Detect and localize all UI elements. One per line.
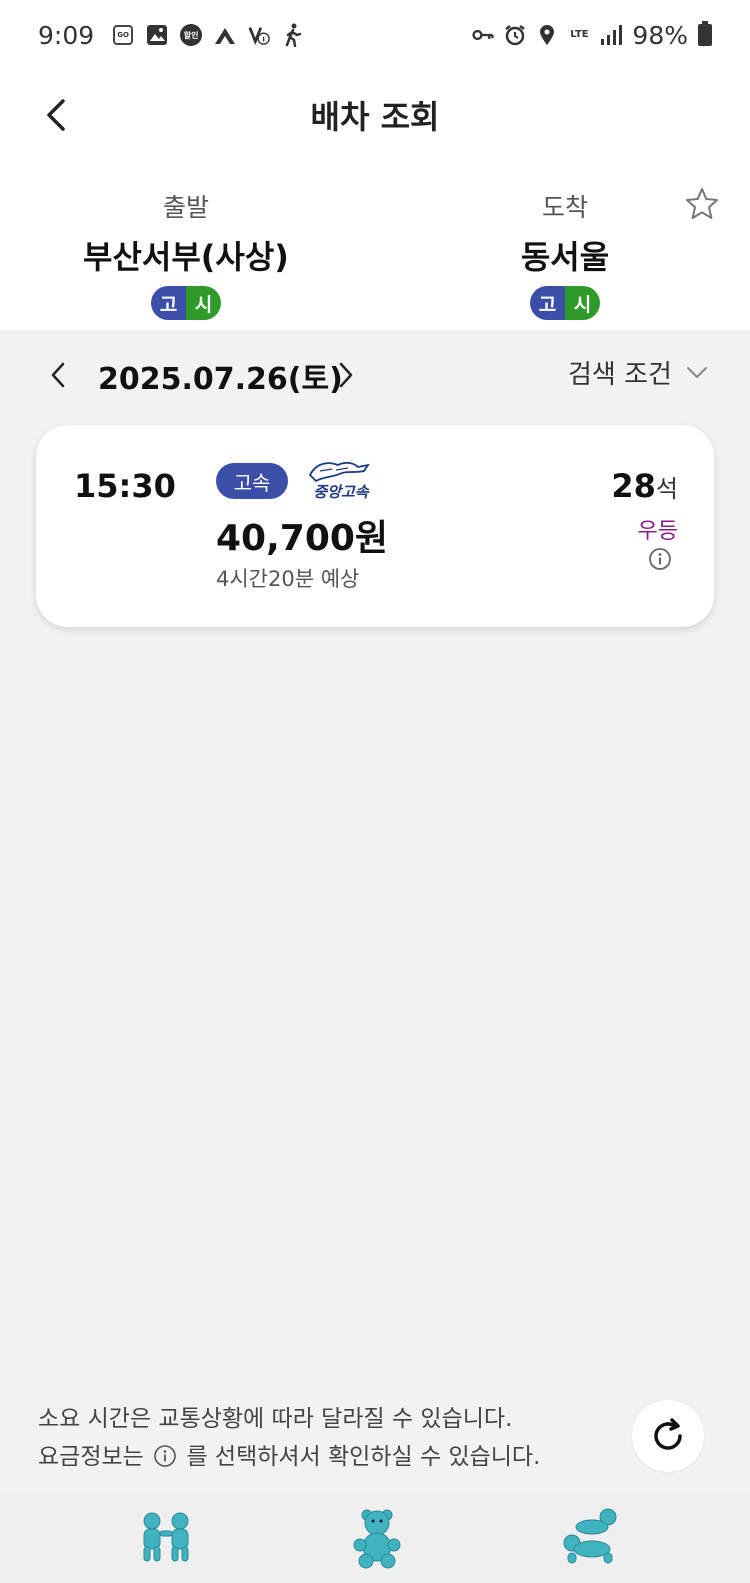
previous-date-button[interactable] [42,355,74,395]
search-condition-dropdown[interactable]: 검색 조건 [568,354,708,391]
info-icon [154,1445,176,1467]
teddy-bear-icon[interactable] [342,1507,412,1569]
chevron-left-icon [51,362,65,388]
arrival-station[interactable]: 도착 동서울 고 시 [415,188,715,320]
lte-icon: LTE [570,29,589,40]
signal-icon [600,24,623,46]
discount-icon: 할인 [180,24,203,46]
alarm-icon [504,24,526,46]
departure-terminal-badges: 고 시 [151,286,221,320]
chevron-down-icon [686,366,707,378]
refresh-button[interactable] [632,1400,704,1472]
bus-class: 우등 [637,519,678,544]
route-header: 배차 조회 출발 부산서부(사상) 고 시 도착 동서울 고 시 [0,70,750,330]
remaining-seats: 28석 [611,467,678,505]
refresh-icon [654,1418,682,1450]
arrival-name: 동서울 [520,238,610,276]
walking-icon [282,23,304,47]
favorite-button[interactable] [682,184,722,224]
bus-company-name: 중앙고속 [313,483,369,501]
intercity-badge: 시 [186,286,221,320]
vpn-info-icon [248,24,270,46]
notice-text: 소요 시간은 교통상황에 따라 달라질 수 있습니다. 요금정보는 를 선택하셔… [38,1400,540,1476]
seat-unit: 석 [655,475,678,503]
page-title: 배차 조회 [310,98,440,136]
status-time: 9:09 [38,20,95,50]
notice-line-2-suffix: 를 선택하셔서 확인하실 수 있습니다. [186,1444,541,1470]
friends-doll-icon[interactable] [132,1507,202,1569]
battery-percent: 98% [632,20,688,50]
info-icon [649,548,671,570]
intercity-badge: 시 [565,286,600,320]
selected-date[interactable]: 2025.07.26(토) [98,354,343,398]
bus-company-logo: 중앙고속 [298,457,384,501]
arrival-terminal-badges: 고 시 [530,286,600,320]
express-badge: 고 [151,286,186,320]
notice-line-1: 소요 시간은 교통상황에 따라 달라질 수 있습니다. [38,1406,513,1432]
departure-label: 출발 [162,193,209,222]
next-date-button[interactable] [330,355,362,395]
bottom-decoration-bar [0,1495,750,1583]
notice-line-2-prefix: 요금정보는 [38,1444,144,1470]
notice-line-2: 요금정보는 를 선택하셔서 확인하실 수 있습니다. [38,1438,540,1476]
departure-time: 15:30 [74,467,176,505]
fare: 40,700원 [216,518,389,559]
date-bar: 2025.07.26(토) 검색 조건 [0,330,750,420]
bus-schedule-card[interactable]: 15:30 고속 중앙고속 40,700원 4시간20분 예상 28석 우등 [36,425,714,627]
status-left: 9:09 GO 할인 [38,21,304,50]
chevron-right-icon [339,362,353,388]
departure-name: 부산서부(사상) [83,238,289,276]
search-condition-label: 검색 조건 [568,360,672,390]
star-icon [686,188,718,219]
key-icon [472,24,495,46]
greyhound-logo-icon [308,461,370,483]
location-icon [536,24,558,46]
status-bar: 9:09 GO 할인 LTE 98% [0,0,750,70]
battery-icon [698,21,712,46]
fare-info-button[interactable] [648,547,672,571]
crawling-dolls-icon[interactable] [558,1507,628,1569]
seat-count: 28 [611,467,656,505]
go-app-icon: GO [112,24,134,46]
navigation-icon [214,24,236,46]
arrival-label: 도착 [541,193,588,222]
gallery-icon [146,24,168,46]
express-badge: 고 [530,286,565,320]
departure-station[interactable]: 출발 부산서부(사상) 고 시 [36,188,336,320]
bus-grade-badge: 고속 [216,463,288,499]
estimated-duration: 4시간20분 예상 [216,567,360,591]
status-right: LTE 98% [472,21,712,50]
